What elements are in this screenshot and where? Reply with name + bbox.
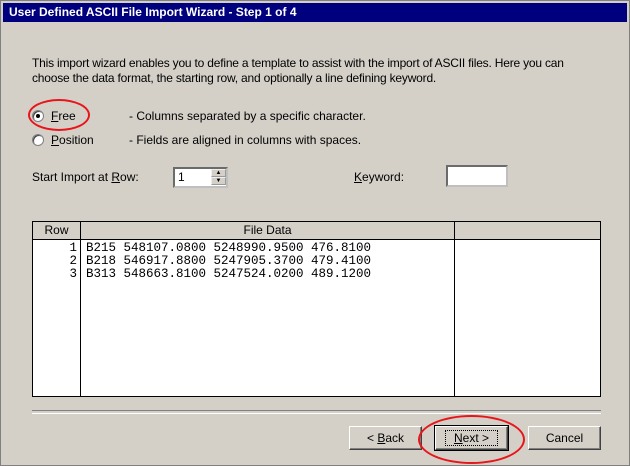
start-row-spinner[interactable]: 1 ▲ ▼ xyxy=(173,167,228,188)
column-header-row[interactable]: Row xyxy=(33,222,81,239)
free-radio-button[interactable] xyxy=(32,110,44,122)
grid-divider-2 xyxy=(454,239,455,396)
format-option-position[interactable]: Position - Fields are aligned in columns… xyxy=(32,131,361,149)
intro-text: This import wizard enables you to define… xyxy=(32,56,622,86)
free-description: - Columns separated by a specific charac… xyxy=(129,109,366,123)
column-header-file-data[interactable]: File Data xyxy=(81,222,455,239)
format-option-free[interactable]: Free - Columns separated by a specific c… xyxy=(32,107,366,125)
free-radio-label[interactable]: Free xyxy=(51,109,76,123)
row-number: 2 xyxy=(69,254,77,268)
cancel-button[interactable]: Cancel xyxy=(528,426,601,450)
back-button[interactable]: < Back xyxy=(349,426,422,450)
keyword-input[interactable] xyxy=(446,165,508,187)
column-header-extra[interactable] xyxy=(455,222,600,239)
row-data: B313 548663.8100 5247524.0200 489.1200 xyxy=(86,267,372,281)
spin-down-button[interactable]: ▼ xyxy=(211,177,226,185)
position-radio-button[interactable] xyxy=(32,134,44,146)
start-row-label: Start Import at Row: xyxy=(32,170,139,184)
grid-header: Row File Data xyxy=(33,222,600,240)
grid-divider-1 xyxy=(80,239,81,396)
start-row-value[interactable]: 1 xyxy=(178,170,185,184)
keyword-label: Keyword: xyxy=(354,170,405,184)
position-radio-label[interactable]: Position xyxy=(51,133,94,147)
file-data-grid[interactable]: Row File Data 1 B215 548107.0800 5248990… xyxy=(32,221,601,397)
position-description: - Fields are aligned in columns with spa… xyxy=(129,133,362,147)
spin-up-button[interactable]: ▲ xyxy=(211,169,226,177)
row-data: B218 546917.8800 5247905.3700 479.4100 xyxy=(86,254,372,268)
row-number: 1 xyxy=(69,241,77,255)
window-title: User Defined ASCII File Import Wizard - … xyxy=(3,3,627,22)
intro-line-2: choose the data format, the starting row… xyxy=(32,71,437,85)
row-data: B215 548107.0800 5248990.9500 476.8100 xyxy=(86,241,372,255)
next-button[interactable]: Next > xyxy=(434,425,509,451)
intro-line-1: This import wizard enables you to define… xyxy=(32,56,564,70)
row-number: 3 xyxy=(69,267,77,281)
button-separator xyxy=(32,410,601,414)
import-wizard-dialog: User Defined ASCII File Import Wizard - … xyxy=(0,0,630,466)
